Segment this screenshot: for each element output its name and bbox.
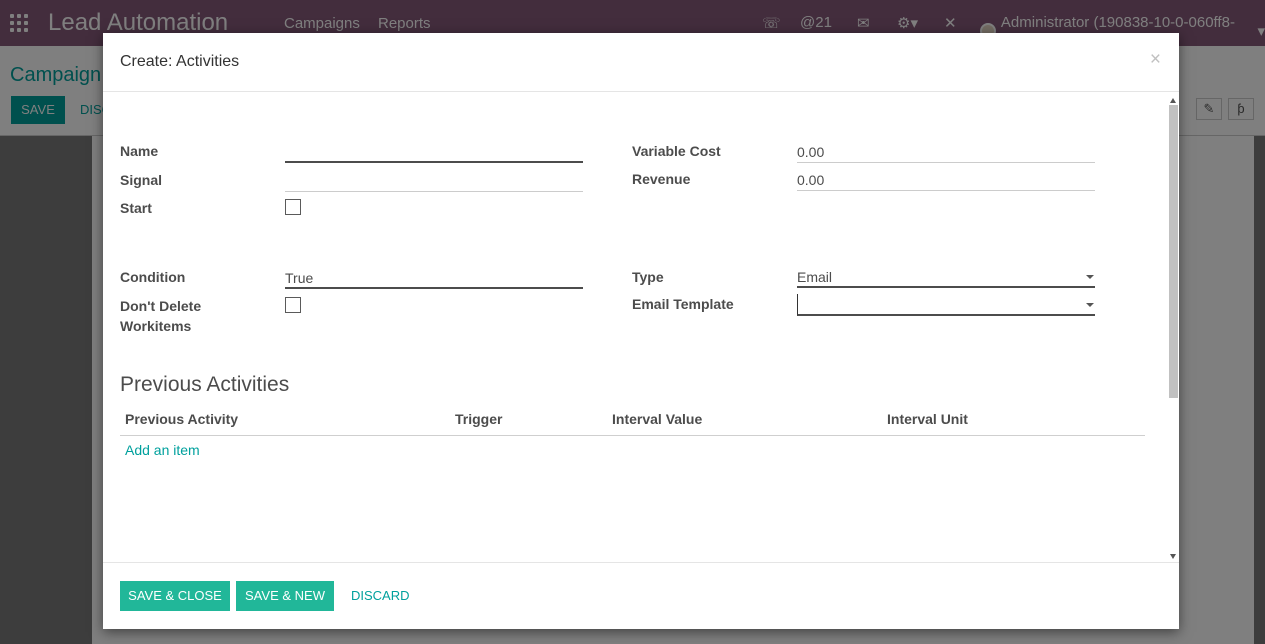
save-close-button[interactable]: SAVE & CLOSE (120, 581, 230, 611)
email-template-select[interactable] (797, 294, 1095, 316)
name-input[interactable] (285, 141, 583, 163)
variable-cost-label: Variable Cost (632, 143, 721, 159)
column-interval-unit[interactable]: Interval Unit (887, 411, 968, 427)
type-select[interactable]: Email (797, 266, 1095, 288)
modal-title: Create: Activities (120, 53, 240, 70)
column-interval-value[interactable]: Interval Value (612, 411, 702, 427)
chevron-down-icon[interactable] (1086, 275, 1094, 279)
email-template-label: Email Template (632, 296, 734, 312)
variable-cost-input[interactable]: 0.00 (797, 141, 1095, 163)
scrollbar-thumb[interactable] (1169, 105, 1178, 398)
save-new-button[interactable]: SAVE & NEW (236, 581, 334, 611)
dont-delete-workitems-label: Don't Delete Workitems (120, 296, 201, 336)
revenue-label: Revenue (632, 171, 691, 187)
chevron-down-icon[interactable] (1086, 303, 1094, 307)
name-label: Name (120, 143, 159, 159)
modal-scrollbar[interactable] (1167, 93, 1179, 562)
column-trigger[interactable]: Trigger (455, 411, 502, 427)
scroll-down-arrow-icon[interactable] (1170, 554, 1176, 559)
add-item-link[interactable]: Add an item (125, 442, 200, 458)
condition-label: Condition (120, 269, 186, 285)
signal-input[interactable] (285, 170, 583, 192)
scroll-up-arrow-icon[interactable] (1170, 98, 1176, 103)
previous-activities-title: Previous Activities (120, 373, 290, 396)
signal-label: Signal (120, 172, 163, 188)
modal-body: Name Signal Start Condition True Don't D… (103, 93, 1179, 562)
dont-delete-label-line2: Workitems (120, 318, 192, 334)
create-activities-dialog: Create: Activities × Name Signal Start C… (103, 33, 1179, 629)
revenue-input[interactable]: 0.00 (797, 169, 1095, 191)
modal-footer: SAVE & CLOSE SAVE & NEW DISCARD (103, 562, 1179, 629)
start-checkbox[interactable] (285, 199, 301, 215)
close-icon[interactable]: × (1150, 49, 1161, 71)
table-header-divider (120, 435, 1145, 436)
column-previous-activity[interactable]: Previous Activity (125, 411, 238, 427)
discard-button[interactable]: DISCARD (351, 588, 410, 603)
type-label: Type (632, 269, 664, 285)
dont-delete-workitems-checkbox[interactable] (285, 297, 301, 313)
dont-delete-label-line1: Don't Delete (120, 298, 202, 314)
modal-header: Create: Activities × (103, 33, 1179, 92)
start-label: Start (120, 200, 152, 216)
condition-input[interactable]: True (285, 267, 583, 289)
